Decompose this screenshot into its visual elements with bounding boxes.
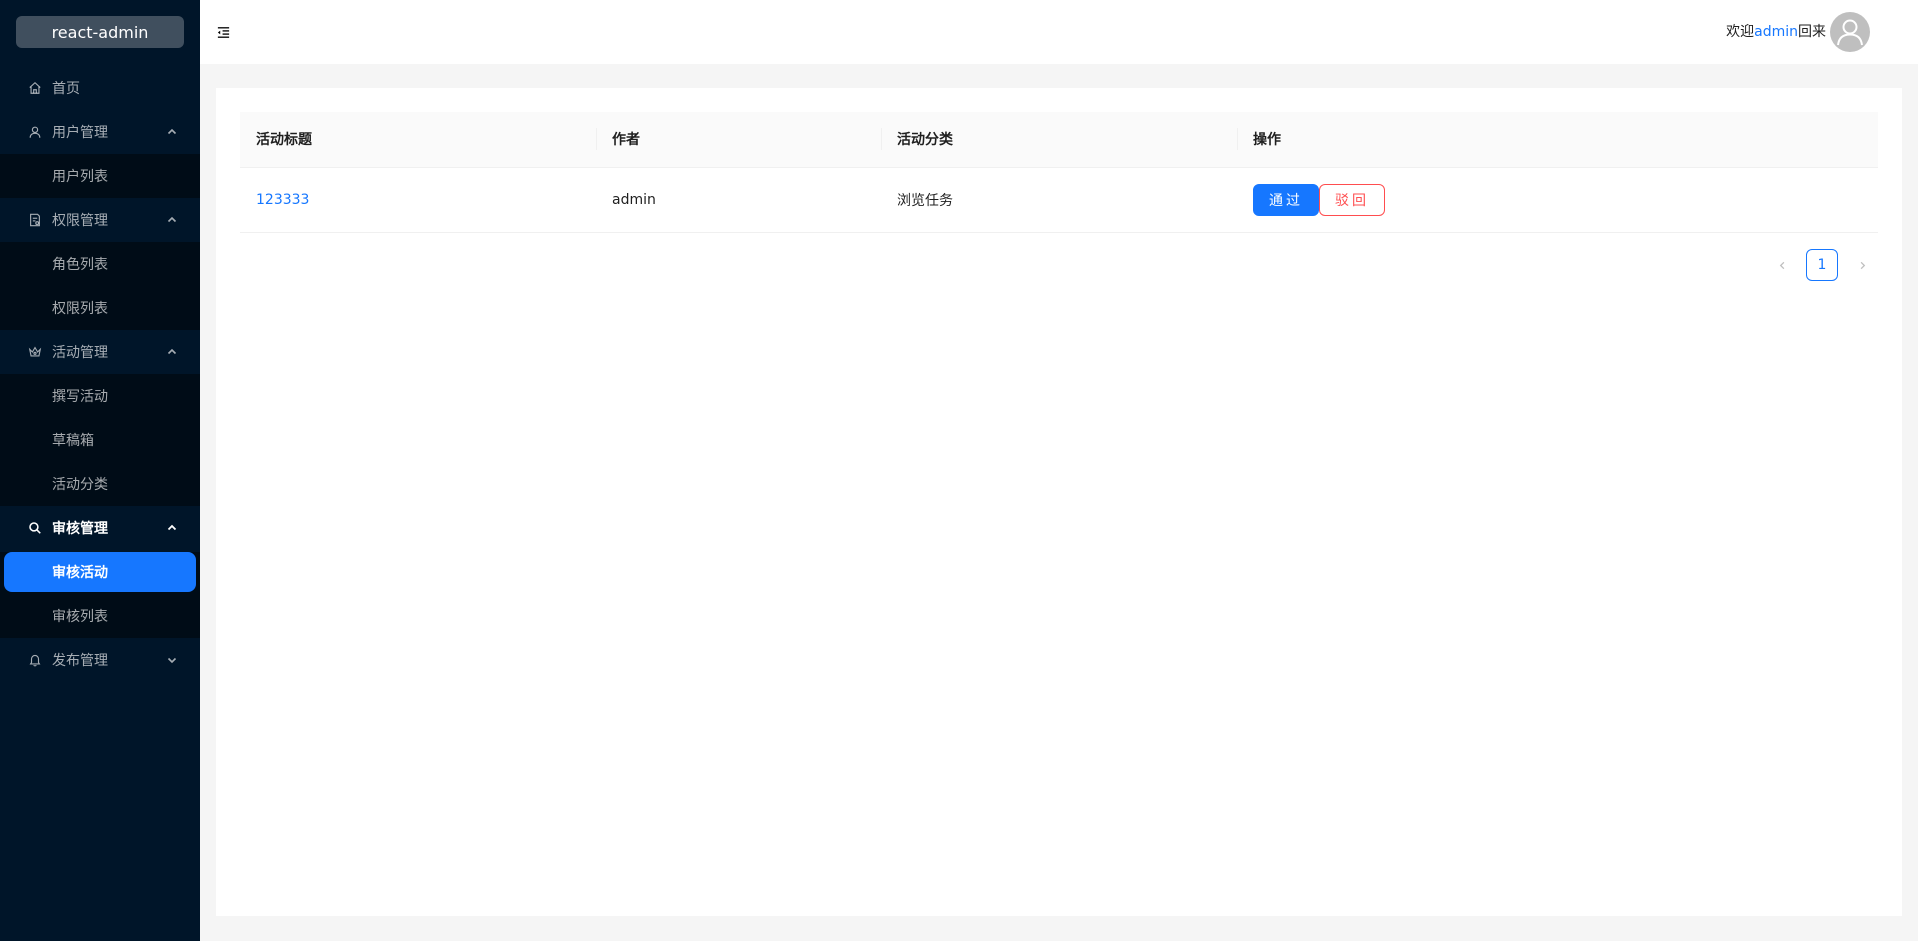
column-header-author: 作者 bbox=[596, 112, 881, 168]
sidebar-item-audit-activity[interactable]: 审核活动 bbox=[4, 552, 196, 592]
submenu-label: 权限管理 bbox=[52, 213, 108, 229]
bell-icon bbox=[28, 653, 42, 667]
next-page-icon[interactable] bbox=[1846, 249, 1878, 281]
column-header-title: 活动标题 bbox=[240, 112, 596, 168]
welcome-text: 欢迎admin回来 bbox=[1726, 21, 1826, 41]
column-header-actions: 操作 bbox=[1237, 112, 1878, 168]
submenu-audit-list: 审核活动 审核列表 bbox=[0, 552, 200, 638]
search-icon bbox=[28, 521, 42, 535]
chevron-up-icon bbox=[166, 126, 178, 138]
prev-page-icon[interactable] bbox=[1766, 249, 1798, 281]
submenu-label: 用户管理 bbox=[52, 125, 108, 141]
welcome-username: admin bbox=[1754, 24, 1798, 40]
avatar[interactable] bbox=[1830, 12, 1870, 52]
reject-button[interactable]: 驳回 bbox=[1319, 183, 1385, 216]
chevron-down-icon bbox=[166, 654, 178, 666]
category-cell: 浏览任务 bbox=[881, 167, 1237, 233]
chevron-up-icon bbox=[166, 522, 178, 534]
sidebar-item-label: 首页 bbox=[52, 81, 80, 97]
submenu-users-list: 用户列表 bbox=[0, 154, 200, 198]
sidebar-item-drafts[interactable]: 草稿箱 bbox=[0, 418, 200, 462]
home-icon bbox=[28, 81, 42, 95]
sidebar: react-admin 首页 用户管理 用户列表 权限管理 角色列表 权限列表 … bbox=[0, 0, 200, 941]
app-logo: react-admin bbox=[16, 16, 184, 48]
sidebar-item-audit-list[interactable]: 审核列表 bbox=[0, 594, 200, 638]
author-cell: admin bbox=[596, 167, 881, 233]
sidebar-item-activity-category[interactable]: 活动分类 bbox=[0, 462, 200, 506]
submenu-audit[interactable]: 审核管理 bbox=[0, 506, 200, 550]
approve-button[interactable]: 通过 bbox=[1253, 183, 1319, 216]
submenu-label: 审核管理 bbox=[52, 521, 108, 537]
submenu-users[interactable]: 用户管理 bbox=[0, 110, 200, 154]
sidebar-item-home[interactable]: 首页 bbox=[0, 66, 200, 110]
sidebar-menu: 首页 用户管理 用户列表 权限管理 角色列表 权限列表 活动管理 撰写活动 草稿… bbox=[0, 66, 200, 682]
submenu-label: 活动管理 bbox=[52, 345, 108, 361]
crown-icon bbox=[28, 345, 42, 359]
sidebar-item-right-list[interactable]: 权限列表 bbox=[0, 286, 200, 330]
submenu-activity[interactable]: 活动管理 bbox=[0, 330, 200, 374]
submenu-activity-list: 撰写活动 草稿箱 活动分类 bbox=[0, 374, 200, 506]
submenu-rights-list: 角色列表 权限列表 bbox=[0, 242, 200, 330]
submenu-rights[interactable]: 权限管理 bbox=[0, 198, 200, 242]
welcome-suffix: 回来 bbox=[1798, 24, 1826, 40]
submenu-publish[interactable]: 发布管理 bbox=[0, 638, 200, 682]
sidebar-item-user-list[interactable]: 用户列表 bbox=[0, 154, 200, 198]
main-content: 活动标题 作者 活动分类 操作 123333 admin 浏览任务 通过 驳回 1 bbox=[216, 88, 1902, 916]
user-avatar-icon bbox=[1837, 19, 1863, 46]
user-icon bbox=[28, 125, 42, 139]
actions-cell: 通过 驳回 bbox=[1237, 167, 1878, 233]
table-row: 123333 admin 浏览任务 通过 驳回 bbox=[240, 167, 1878, 233]
welcome-prefix: 欢迎 bbox=[1726, 24, 1755, 40]
audit-icon bbox=[28, 213, 42, 227]
audit-table: 活动标题 作者 活动分类 操作 123333 admin 浏览任务 通过 驳回 bbox=[240, 112, 1878, 233]
chevron-up-icon bbox=[166, 214, 178, 226]
column-header-category: 活动分类 bbox=[881, 112, 1237, 168]
menu-fold-icon[interactable] bbox=[214, 22, 232, 42]
pagination: 1 bbox=[1766, 249, 1878, 281]
page-number[interactable]: 1 bbox=[1806, 249, 1838, 281]
table-header-row: 活动标题 作者 活动分类 操作 bbox=[240, 112, 1878, 168]
sidebar-item-write-activity[interactable]: 撰写活动 bbox=[0, 374, 200, 418]
chevron-up-icon bbox=[166, 346, 178, 358]
submenu-label: 发布管理 bbox=[52, 653, 108, 669]
top-header: 欢迎admin回来 bbox=[200, 0, 1918, 64]
activity-title-link[interactable]: 123333 bbox=[256, 192, 309, 208]
sidebar-item-role-list[interactable]: 角色列表 bbox=[0, 242, 200, 286]
